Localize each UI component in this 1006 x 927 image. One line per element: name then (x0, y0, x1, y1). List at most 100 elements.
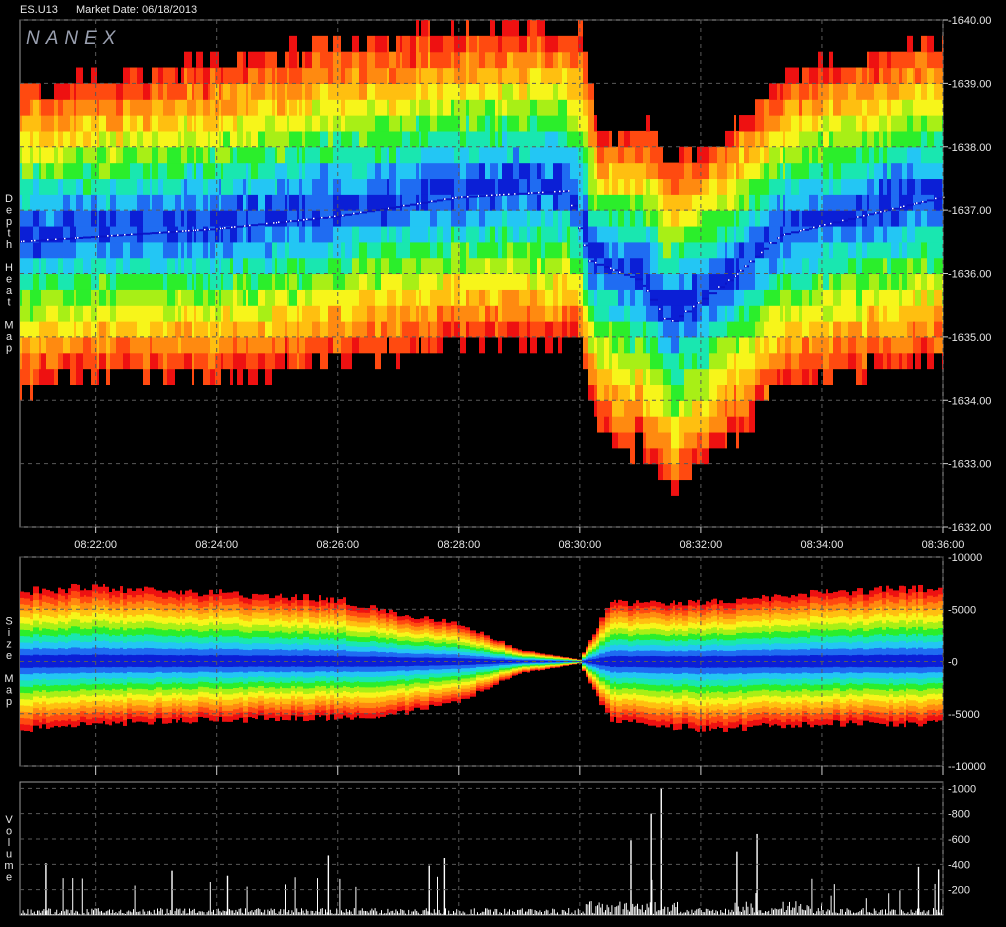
depth-cell (783, 368, 785, 386)
depth-cell (341, 210, 345, 227)
depth-cell (320, 146, 328, 164)
depth-center-cell (915, 202, 921, 205)
depth-cell (367, 35, 375, 53)
depth-cell (734, 210, 736, 227)
depth-cell (717, 225, 725, 243)
depth-cell (230, 67, 233, 84)
depth-cell (150, 162, 152, 180)
depth-cell (736, 241, 739, 259)
depth-cell (460, 210, 466, 227)
depth-cell (588, 99, 594, 116)
depth-cell (679, 146, 684, 164)
depth-cell (237, 146, 243, 164)
depth-cell (277, 352, 285, 370)
depth-cell (359, 321, 367, 338)
depth-cell (246, 194, 248, 211)
depth-cell (934, 130, 942, 148)
depth-cell (287, 130, 289, 148)
depth-cell (443, 289, 451, 306)
depth-cell (375, 321, 381, 338)
depth-cell (110, 289, 116, 306)
depth-cell (777, 257, 780, 275)
depth-cell (907, 210, 913, 227)
depth-cell (421, 321, 428, 338)
depth-cell (70, 336, 74, 354)
depth-cell (562, 321, 567, 338)
depth-cell (495, 273, 498, 290)
depth-cell (490, 130, 495, 148)
depth-cell (902, 241, 907, 259)
depth-cell (604, 305, 609, 322)
depth-cell (879, 115, 883, 132)
depth-center-cell (869, 213, 874, 216)
trade-dot (491, 194, 493, 197)
size-band (378, 656, 380, 667)
depth-cell (635, 194, 643, 211)
depth-cell (469, 83, 477, 100)
depth-cell (63, 289, 70, 306)
depth-cell (54, 83, 58, 100)
depth-cell (791, 241, 799, 259)
depth-cell (203, 336, 208, 354)
depth-cell (760, 352, 764, 370)
depth-cell (416, 336, 419, 354)
depth-cell (527, 130, 530, 148)
depth-cell (921, 336, 927, 354)
depth-cell (210, 210, 215, 227)
depth-cell (277, 115, 285, 132)
depth-cell (158, 67, 163, 84)
depth-cell (437, 83, 443, 100)
depth-cell (400, 115, 402, 132)
depth-cell (869, 51, 874, 69)
depth-cell (799, 115, 802, 132)
depth-cell (785, 368, 791, 386)
depth-cell (913, 178, 915, 195)
depth-cell (927, 289, 934, 306)
depth-cell (671, 352, 679, 370)
depth-cell (163, 273, 167, 290)
depth-cell (760, 384, 764, 401)
depth-cell (643, 210, 646, 227)
depth-cell (570, 321, 578, 338)
depth-cell (152, 130, 158, 148)
depth-cell (297, 194, 299, 211)
depth-cell (328, 115, 333, 132)
depth-cell (312, 67, 320, 84)
depth-cell (841, 99, 848, 116)
depth-cell (39, 257, 41, 275)
depth-cell (265, 241, 272, 259)
depth-cell (702, 194, 709, 211)
depth-cell (736, 162, 739, 180)
depth-cell (879, 273, 883, 290)
trade-dot (486, 194, 488, 197)
panel-frame-3 (19, 781, 944, 916)
depth-cell (248, 352, 251, 370)
depth-cell (490, 273, 495, 290)
depth-cell (541, 321, 545, 338)
depth-cell (192, 289, 194, 306)
depth-cell (210, 336, 215, 354)
depth-cell (749, 194, 755, 211)
depth-cell (495, 178, 498, 195)
depth-cell (106, 146, 110, 164)
depth-cell (658, 400, 663, 417)
depth-cell (246, 289, 248, 306)
depth-cell (297, 210, 299, 227)
depth-cell (541, 130, 545, 148)
depth-cell (495, 194, 498, 211)
depth-cell (907, 352, 913, 370)
depth-cell (915, 99, 921, 116)
depth-cell (285, 130, 287, 148)
depth-cell (879, 305, 883, 322)
depth-cell (341, 115, 345, 132)
depth-cell (178, 336, 181, 354)
depth-cell (41, 336, 46, 354)
depth-cell (899, 130, 902, 148)
depth-cell (856, 83, 862, 100)
depth-cell (258, 99, 265, 116)
depth-cell (495, 99, 498, 116)
depth-cell (812, 273, 818, 290)
depth-cell (727, 368, 734, 386)
depth-cell (83, 210, 91, 227)
depth-cell (210, 368, 215, 386)
